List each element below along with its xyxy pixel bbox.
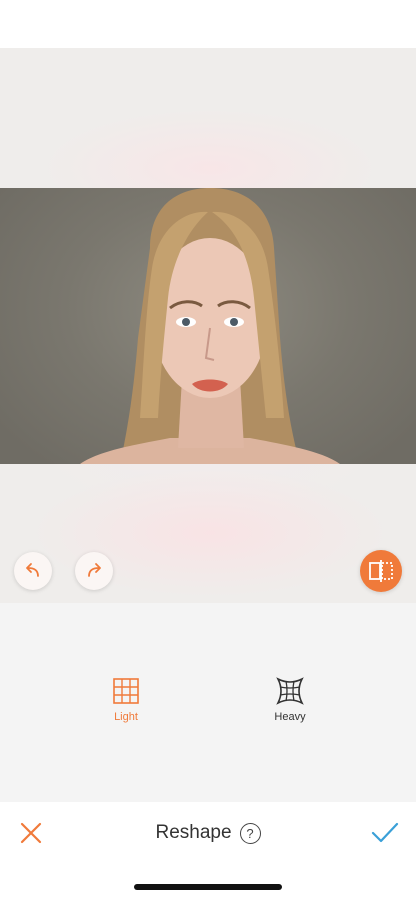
tool-light-label: Light (114, 711, 138, 723)
tool-heavy-label: Heavy (274, 711, 306, 723)
grid-heavy-icon (276, 677, 304, 705)
tool-light[interactable]: Light (86, 677, 166, 737)
bottom-bar: Reshape ? (0, 802, 416, 900)
home-indicator (134, 884, 282, 890)
check-icon (371, 822, 399, 843)
portrait-illustration (80, 188, 340, 464)
tool-heavy[interactable]: Heavy (250, 677, 330, 737)
reshape-tools-panel: Light Heavy (0, 603, 416, 802)
page-title: Reshape (155, 822, 232, 843)
portrait-photo[interactable] (0, 188, 416, 464)
top-bar (0, 0, 416, 48)
grid-light-icon (113, 678, 139, 704)
compare-icon (369, 560, 393, 582)
title-group: Reshape ? (0, 820, 416, 846)
redo-icon (88, 563, 101, 577)
redo-button[interactable] (75, 552, 113, 590)
compare-button[interactable] (360, 550, 402, 592)
confirm-button[interactable] (370, 820, 400, 846)
editor-canvas[interactable] (0, 48, 416, 603)
help-icon[interactable]: ? (239, 822, 261, 844)
undo-icon (26, 563, 39, 577)
undo-button[interactable] (14, 552, 52, 590)
